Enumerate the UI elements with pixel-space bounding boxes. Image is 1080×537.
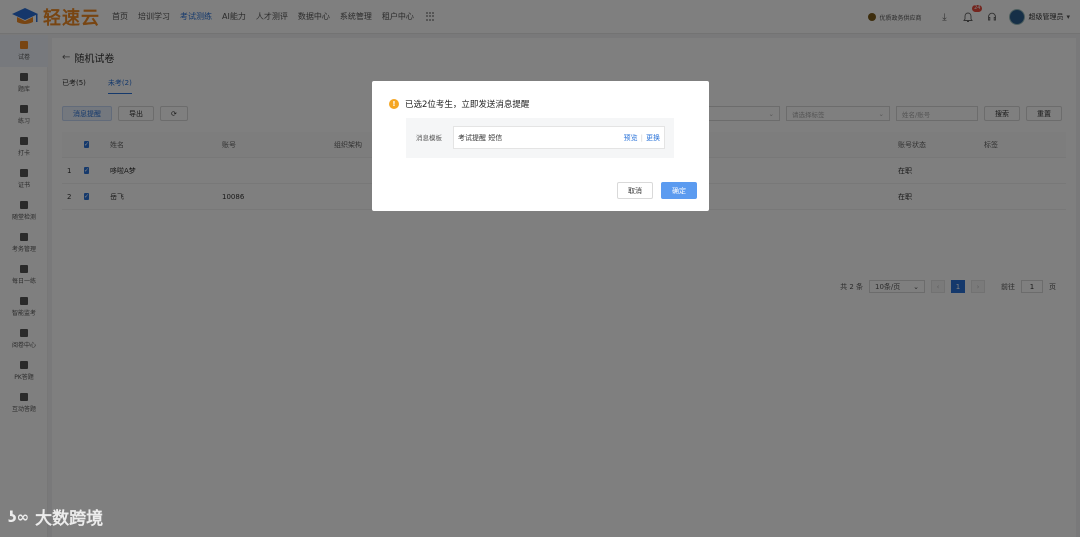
change-link[interactable]: 更换: [646, 133, 660, 143]
template-section: 消息模板 考试提醒 短信 预览 | 更换: [406, 118, 674, 158]
confirm-button[interactable]: 确定: [661, 182, 697, 199]
warning-icon: !: [389, 99, 399, 109]
watermark-logo-icon: ʖ∞: [8, 507, 30, 526]
dialog-title-text: 已选2位考生，立即发送消息提醒: [405, 100, 530, 110]
watermark-text: 大数跨境: [35, 509, 104, 529]
preview-link[interactable]: 预览: [624, 133, 638, 143]
dialog-footer: 取消 确定: [609, 182, 697, 199]
divider: |: [640, 133, 643, 142]
cancel-button[interactable]: 取消: [617, 182, 653, 199]
template-field: 考试提醒 短信 预览 | 更换: [453, 126, 665, 149]
watermark: ʖ∞ 大数跨境: [8, 504, 104, 530]
dialog-title: ! 已选2位考生，立即发送消息提醒: [389, 98, 529, 110]
template-label: 消息模板: [416, 134, 442, 142]
remind-dialog: ! 已选2位考生，立即发送消息提醒 消息模板 考试提醒 短信 预览 | 更换 取…: [372, 81, 709, 211]
template-value: 考试提醒 短信: [458, 133, 503, 142]
template-actions: 预览 | 更换: [624, 133, 660, 143]
